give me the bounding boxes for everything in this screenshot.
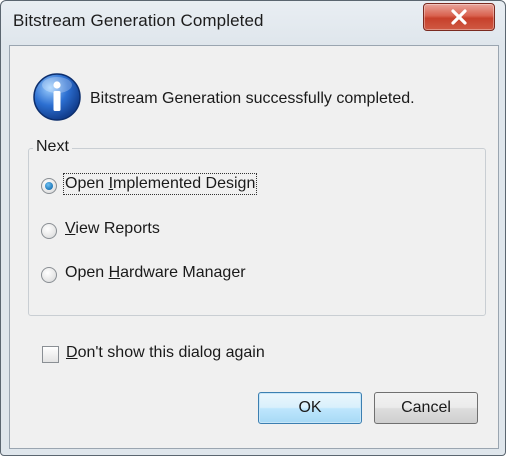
label-text: iew Reports xyxy=(75,220,160,237)
radio-label[interactable]: View Reports xyxy=(65,220,160,238)
window-title: Bitstream Generation Completed xyxy=(13,11,264,30)
ok-button[interactable]: OK xyxy=(258,392,362,424)
radio-label[interactable]: Open Implemented Design xyxy=(62,173,258,195)
close-x-icon xyxy=(451,9,467,25)
mnemonic-letter: V xyxy=(65,220,76,237)
radio-button[interactable] xyxy=(41,178,57,194)
next-groupbox: Next Open Implemented Design View Report… xyxy=(28,138,486,316)
dialog-content: Bitstream Generation successfully comple… xyxy=(9,45,499,449)
radio-selected-dot xyxy=(45,182,53,190)
groupbox-legend: Next xyxy=(33,138,72,156)
radio-button[interactable] xyxy=(41,223,57,239)
info-icon xyxy=(33,73,81,121)
mnemonic-letter: H xyxy=(108,264,121,281)
label-text: mplemented Design xyxy=(113,175,256,192)
label-text: Open xyxy=(65,175,109,192)
label-text: ardware Manager xyxy=(120,264,246,281)
close-button[interactable] xyxy=(423,3,495,31)
label-text: on't show this dialog again xyxy=(77,344,265,361)
dialog-window: Bitstream Generation Completed Bitstream… xyxy=(0,0,506,456)
dont-show-again-checkbox[interactable] xyxy=(42,346,59,363)
label-text: Open xyxy=(65,264,109,281)
radio-button[interactable] xyxy=(41,267,57,283)
checkbox-label[interactable]: Don't show this dialog again xyxy=(66,344,265,362)
status-message: Bitstream Generation successfully comple… xyxy=(90,90,415,107)
cancel-button[interactable]: Cancel xyxy=(374,392,478,424)
mnemonic-letter: D xyxy=(66,344,78,361)
radio-label[interactable]: Open Hardware Manager xyxy=(65,264,246,282)
title-bar[interactable]: Bitstream Generation Completed xyxy=(1,1,505,45)
